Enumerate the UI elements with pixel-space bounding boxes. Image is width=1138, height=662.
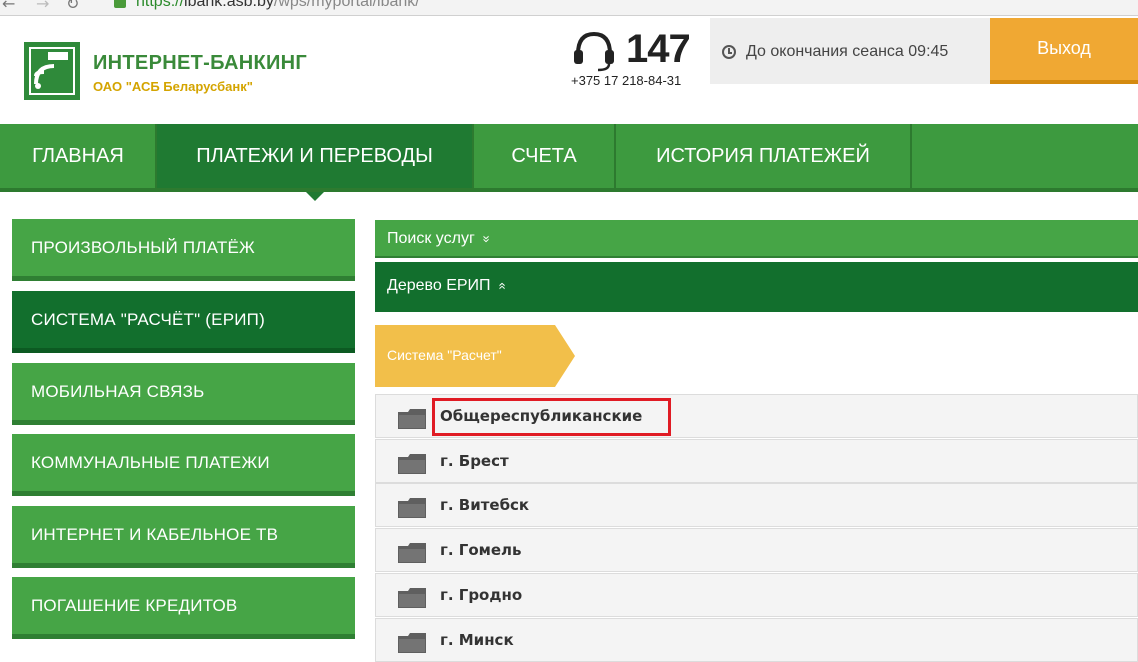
clock-icon <box>722 45 736 59</box>
tree-row[interactable]: г. Брест <box>375 439 1138 483</box>
sidebar-item-arbitrary-payment[interactable]: ПРОИЗВОЛЬНЫЙ ПЛАТЁЖ <box>12 219 355 281</box>
tree-row[interactable]: г. Витебск <box>375 483 1138 527</box>
tree-row[interactable]: г. Гомель <box>375 528 1138 572</box>
brand-subtitle: ОАО "АСБ Беларусбанк" <box>93 79 253 94</box>
sidebar-item-loans[interactable]: ПОГАШЕНИЕ КРЕДИТОВ <box>12 577 355 639</box>
chevron-down-icon: » <box>479 235 495 243</box>
sidebar-item-mobile[interactable]: МОБИЛЬНАЯ СВЯЗЬ <box>12 363 355 425</box>
erip-tree-label: Дерево ЕРИП <box>387 277 491 294</box>
tab-main[interactable]: ГЛАВНАЯ <box>0 124 156 188</box>
url-host: ibank.asb.by <box>184 0 274 10</box>
tab-accounts[interactable]: СЧЕТА <box>474 124 614 188</box>
tab-payment-history[interactable]: ИСТОРИЯ ПЛАТЕЖЕЙ <box>616 124 910 188</box>
breadcrumb-label[interactable]: Система "Расчет" <box>387 347 502 363</box>
erip-tree-toggle[interactable]: Дерево ЕРИП « <box>375 262 1138 312</box>
folder-icon <box>398 409 426 434</box>
tree-row-label: г. Минск <box>440 631 514 649</box>
url-path: /wps/myportal/ibank/ <box>273 0 420 10</box>
folder-icon <box>398 633 426 658</box>
folder-icon <box>398 454 426 479</box>
sidebar-item-internet-tv[interactable]: ИНТЕРНЕТ И КАБЕЛЬНОЕ ТВ <box>12 506 355 568</box>
url-scheme: https:// <box>136 0 185 10</box>
nav-divider <box>910 124 912 188</box>
sidebar-item-utilities[interactable]: КОММУНАЛЬНЫЕ ПЛАТЕЖИ <box>12 434 355 496</box>
headset-icon <box>572 28 616 77</box>
service-search-toggle[interactable]: Поиск услуг » <box>375 220 1138 258</box>
tab-payments-transfers[interactable]: ПЛАТЕЖИ И ПЕРЕВОДЫ <box>157 124 472 188</box>
tree-row-label: г. Брест <box>440 452 509 470</box>
tree-row-label: г. Гродно <box>440 586 523 604</box>
reload-icon[interactable]: ↻ <box>66 0 79 13</box>
brand-title: ИНТЕРНЕТ-БАНКИНГ <box>93 52 308 74</box>
red-highlight-annotation <box>432 398 671 436</box>
logout-button[interactable]: Выход <box>990 18 1138 84</box>
main-navigation: ГЛАВНАЯ ПЛАТЕЖИ И ПЕРЕВОДЫ СЧЕТА ИСТОРИЯ… <box>0 124 1138 192</box>
url-text[interactable]: https://ibank.asb.by/wps/myportal/ibank/ <box>136 0 420 11</box>
folder-icon <box>398 498 426 523</box>
back-arrow-icon[interactable]: ← <box>2 0 15 13</box>
chevron-up-icon: « <box>495 282 511 290</box>
tree-row[interactable]: г. Гродно <box>375 573 1138 617</box>
tree-row-label: г. Гомель <box>440 541 522 559</box>
lock-icon <box>114 0 126 8</box>
folder-icon <box>398 543 426 568</box>
forward-arrow-icon[interactable]: → <box>36 0 49 13</box>
session-timer-text: До окончания сеанса 09:45 <box>746 43 949 60</box>
phone-full-number[interactable]: +375 17 218-84-31 <box>571 73 681 88</box>
browser-address-bar[interactable]: ← → ↻ https://ibank.asb.by/wps/myportal/… <box>0 0 1138 16</box>
service-search-label: Поиск услуг <box>387 230 475 247</box>
folder-icon <box>398 588 426 613</box>
bank-logo-icon[interactable] <box>24 42 80 100</box>
active-tab-pointer <box>306 192 324 201</box>
phone-short-number[interactable]: 147 <box>626 27 691 72</box>
tree-row[interactable]: г. Минск <box>375 618 1138 662</box>
sidebar-item-erip[interactable]: СИСТЕМА "РАСЧЁТ" (ЕРИП) <box>12 291 355 353</box>
tree-row-label: г. Витебск <box>440 496 530 514</box>
